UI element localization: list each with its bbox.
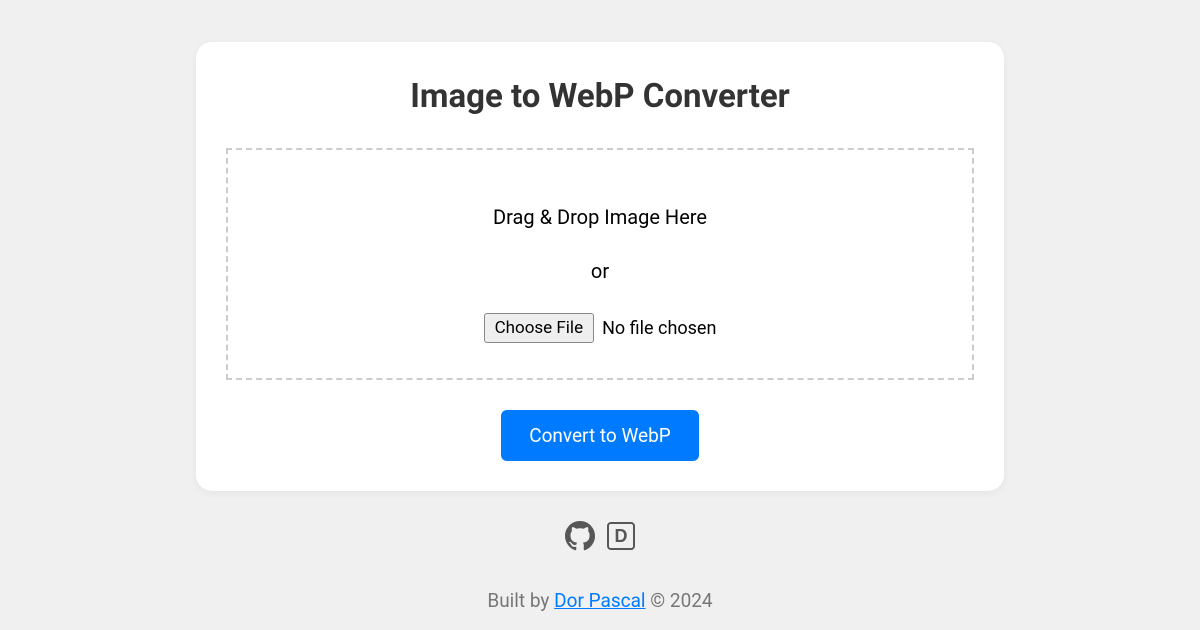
choose-file-button[interactable]: Choose File: [484, 313, 595, 343]
github-icon[interactable]: [565, 521, 595, 551]
or-separator-text: or: [591, 259, 609, 283]
file-status-text: No file chosen: [602, 318, 716, 339]
copyright-text: © 2024: [646, 589, 713, 612]
file-input-wrapper: Choose File No file chosen: [484, 313, 717, 343]
converter-card: Image to WebP Converter Drag & Drop Imag…: [196, 42, 1004, 491]
footer-icons: D: [565, 521, 635, 551]
footer-text: Built by Dor Pascal © 2024: [487, 589, 712, 612]
site-icon[interactable]: D: [607, 522, 635, 550]
page-title: Image to WebP Converter: [410, 77, 790, 116]
convert-button[interactable]: Convert to WebP: [501, 410, 699, 461]
author-link[interactable]: Dor Pascal: [554, 589, 645, 612]
drop-instruction-text: Drag & Drop Image Here: [493, 205, 707, 229]
dropzone[interactable]: Drag & Drop Image Here or Choose File No…: [226, 148, 974, 380]
built-by-prefix: Built by: [487, 589, 554, 612]
